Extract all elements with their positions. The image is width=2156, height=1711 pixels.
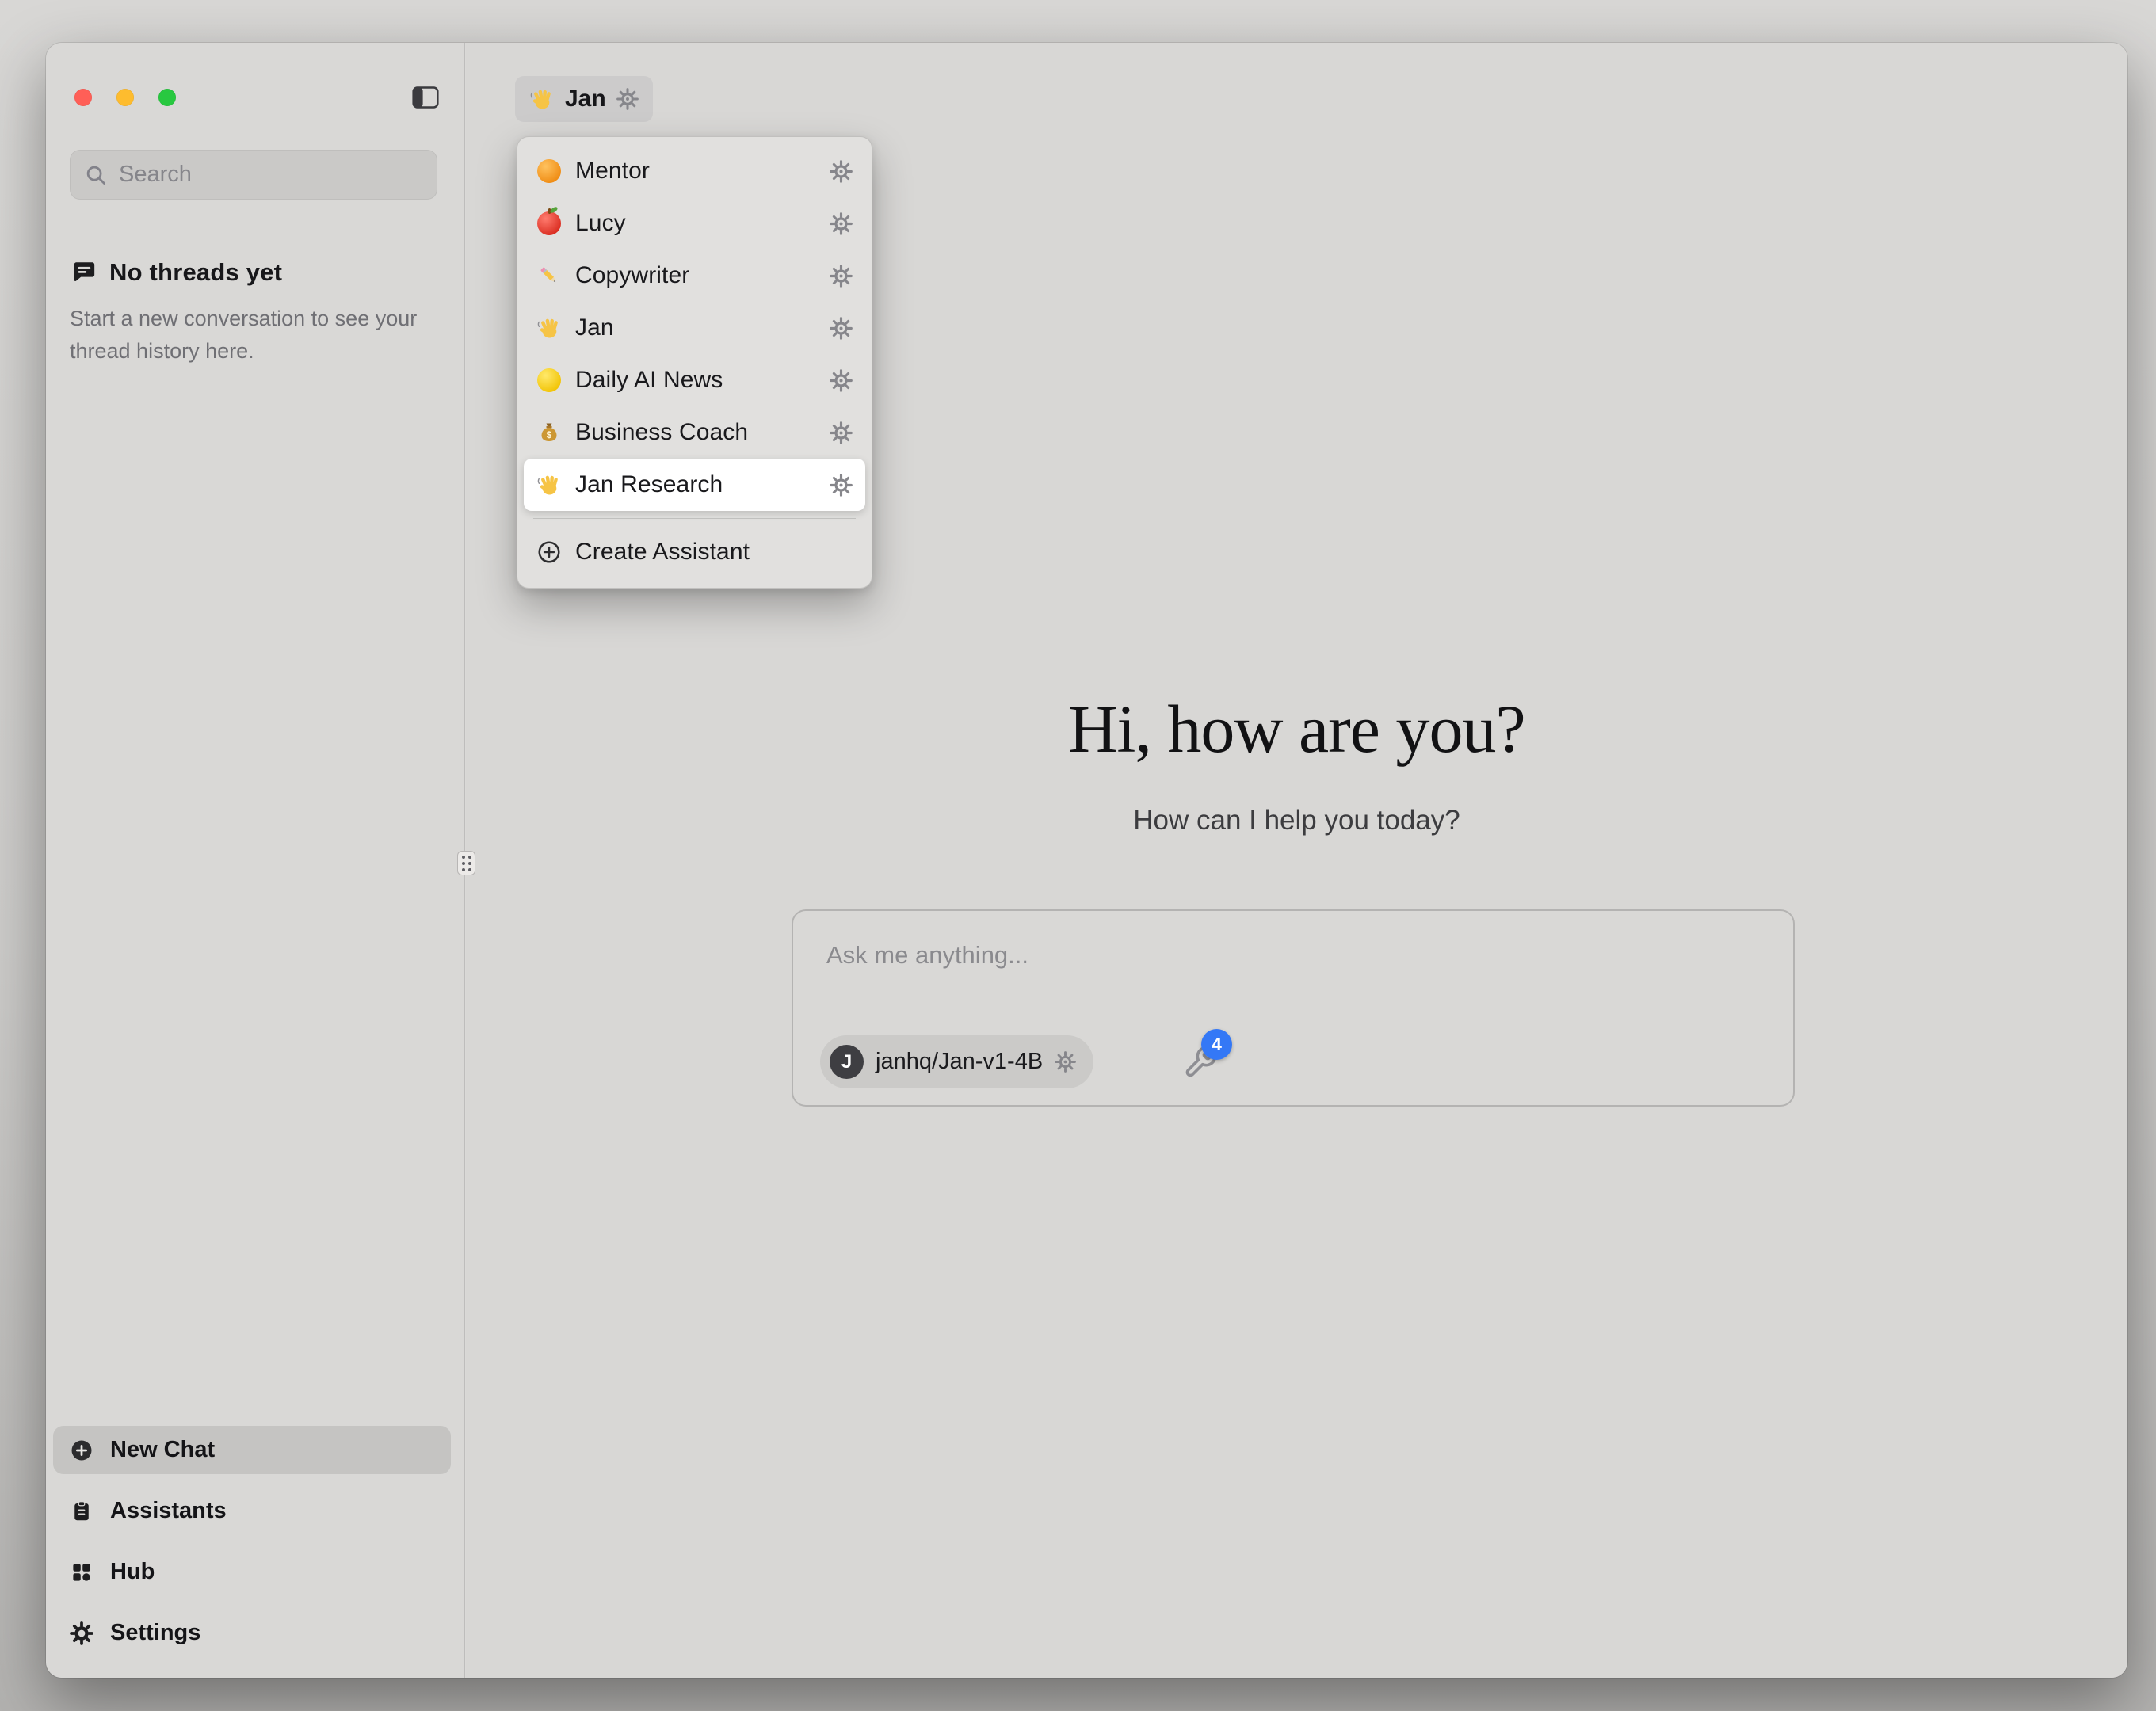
menu-item-mentor[interactable]: Mentor [524,145,865,197]
assistant-settings-gear-icon[interactable] [830,212,853,235]
create-assistant-label: Create Assistant [575,539,853,566]
yellow-circle-icon [536,368,562,393]
money-bag-icon [536,420,562,445]
greeting: Hi, how are you? How can I help you toda… [466,689,2127,836]
sidebar-toggle-button[interactable] [409,82,442,112]
sidebar-item-hub[interactable]: Hub [53,1548,451,1596]
assistant-settings-gear-icon[interactable] [616,88,639,110]
red-apple-icon [536,211,562,236]
tools-button[interactable]: 4 [1183,1045,1218,1080]
zoom-window-button[interactable] [158,89,176,106]
traffic-lights [74,89,176,106]
chat-composer[interactable]: J janhq/Jan-v1-4B 4 [792,909,1795,1107]
assistant-name: Lucy [575,210,816,237]
pencil-icon [536,263,562,288]
threads-empty-state: No threads yet Start a new conversation … [70,258,426,367]
sidebar-resize-handle[interactable] [457,851,475,875]
assistants-icon [69,1499,94,1524]
nav-item-label: Assistants [110,1498,227,1524]
assistant-name: Jan Research [575,471,816,498]
assistant-settings-gear-icon[interactable] [830,421,853,444]
current-assistant-name: Jan [565,86,606,112]
assistant-settings-gear-icon[interactable] [830,265,853,288]
menu-divider [533,518,856,519]
search-input[interactable] [119,162,423,188]
assistant-name: Business Coach [575,419,816,446]
nav-item-label: Hub [110,1559,155,1585]
menu-item-copywriter[interactable]: Copywriter [524,250,865,302]
assistant-dropdown-menu: Mentor Lucy Copywriter Jan Daily AI [517,136,872,589]
greeting-subtitle: How can I help you today? [466,805,2127,836]
hub-grid-icon [69,1560,94,1585]
empty-state-description: Start a new conversation to see your thr… [70,303,426,367]
sidebar-nav: New Chat Assistants Hub Settings [53,1426,451,1657]
tools-count-badge: 4 [1201,1029,1232,1060]
menu-item-create-assistant[interactable]: Create Assistant [524,526,865,578]
app-window: No threads yet Start a new conversation … [46,43,2127,1678]
model-avatar: J [830,1045,864,1079]
sidebar-item-new-chat[interactable]: New Chat [53,1426,451,1474]
menu-item-business-coach[interactable]: Business Coach [524,406,865,459]
model-selector-button[interactable]: J janhq/Jan-v1-4B [820,1035,1093,1088]
menu-item-lucy[interactable]: Lucy [524,197,865,250]
minimize-window-button[interactable] [116,89,134,106]
plus-circle-outline-icon [536,539,562,565]
sidebar: No threads yet Start a new conversation … [46,43,465,1678]
assistant-selector-button[interactable]: Jan [515,76,653,122]
assistant-name: Mentor [575,158,816,185]
menu-item-daily-ai-news[interactable]: Daily AI News [524,354,865,406]
plus-circle-icon [69,1438,94,1463]
nav-item-label: Settings [110,1620,200,1646]
chat-input[interactable] [826,941,1761,1004]
settings-gear-icon [69,1621,94,1646]
nav-item-label: New Chat [110,1437,215,1463]
assistant-settings-gear-icon[interactable] [830,369,853,392]
assistant-settings-gear-icon[interactable] [830,160,853,183]
waving-hand-icon [529,86,555,112]
empty-state-title: No threads yet [109,258,282,287]
model-settings-gear-icon[interactable] [1055,1051,1076,1073]
main-area: Jan Mentor Lucy Copywriter Ja [466,43,2127,1678]
menu-item-jan-research[interactable]: Jan Research [524,459,865,511]
sidebar-item-settings[interactable]: Settings [53,1609,451,1657]
sidebar-item-assistants[interactable]: Assistants [53,1487,451,1535]
model-name: janhq/Jan-v1-4B [876,1049,1043,1075]
search-icon [84,163,108,187]
assistant-settings-gear-icon[interactable] [830,317,853,340]
greeting-title: Hi, how are you? [466,689,2127,768]
assistant-name: Jan [575,314,816,341]
waving-hand-icon [536,472,562,497]
sidebar-toggle-icon [412,86,439,109]
assistant-settings-gear-icon[interactable] [830,474,853,497]
close-window-button[interactable] [74,89,92,106]
chat-bubble-icon [70,259,97,286]
waving-hand-icon [536,315,562,341]
orange-circle-icon [536,158,562,184]
assistant-name: Copywriter [575,262,816,289]
search-field[interactable] [70,150,437,200]
assistant-name: Daily AI News [575,367,816,394]
menu-item-jan[interactable]: Jan [524,302,865,354]
